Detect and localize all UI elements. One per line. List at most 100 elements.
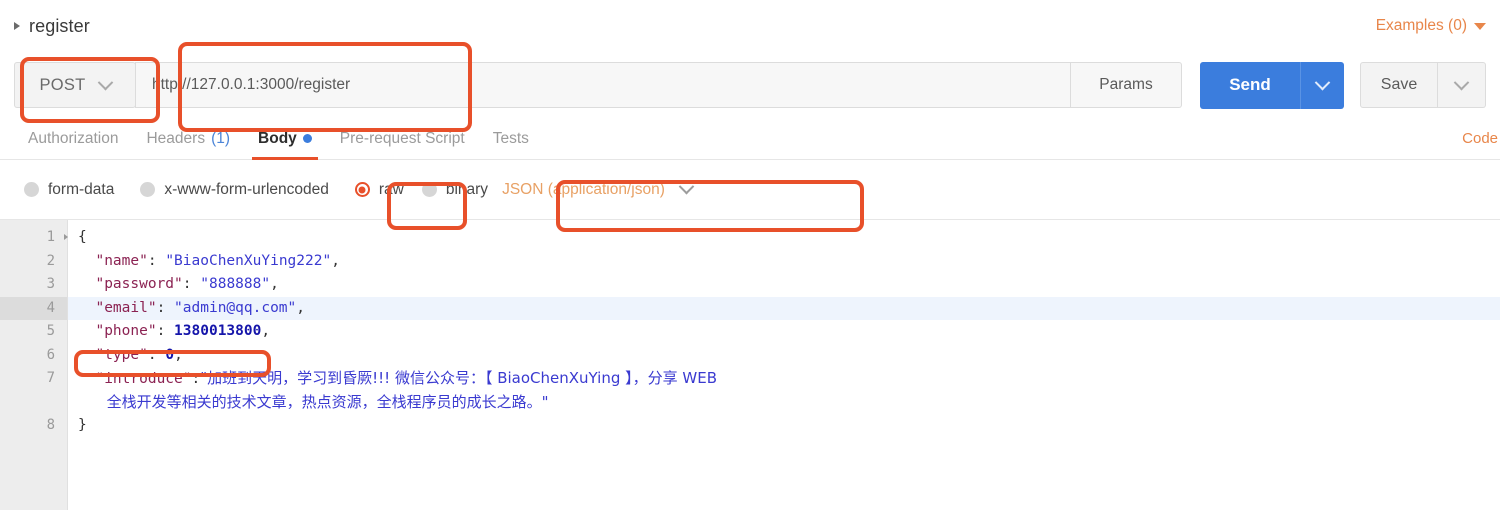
- editor-line-number: 8: [46, 417, 55, 433]
- editor-gutter-filler: [0, 485, 67, 509]
- editor-line[interactable]: "password": "888888",: [78, 273, 1500, 297]
- editor-gutter: 1 2 3 4 5 6 7 8: [0, 220, 68, 510]
- editor-line[interactable]: }: [78, 414, 1500, 438]
- code-token: "introduce": [95, 371, 192, 387]
- editor-line-number: 5: [46, 323, 55, 339]
- code-token: }: [78, 417, 87, 433]
- request-title-bar: register Examples (0): [0, 0, 1500, 52]
- examples-dropdown[interactable]: Examples (0): [1376, 17, 1486, 35]
- code-token: :: [156, 299, 175, 316]
- tab-headers[interactable]: Headers (1): [132, 118, 244, 159]
- chevron-down-icon: [1314, 74, 1331, 90]
- tab-authorization[interactable]: Authorization: [14, 118, 132, 159]
- headers-count: (1): [211, 129, 231, 147]
- body-type-label: form-data: [48, 180, 115, 198]
- code-token: ,: [174, 346, 183, 363]
- save-button[interactable]: Save: [1360, 62, 1438, 108]
- code-token: "password": [95, 276, 183, 292]
- body-type-selector: form-data x-www-form-urlencoded raw bina…: [0, 160, 1500, 220]
- code-token: 0: [165, 346, 175, 363]
- triangle-right-icon[interactable]: [14, 22, 20, 30]
- editor-code-area[interactable]: { "name": "BiaoChenXuYing222", "password…: [68, 220, 1500, 510]
- code-token: "加班到天明，学习到昏厥!!! 微信公众号：【 BiaoChenXuYing 】…: [200, 369, 717, 387]
- save-options-button[interactable]: [1438, 62, 1486, 108]
- tab-label: Headers: [146, 129, 206, 147]
- editor-gutter-filler: [0, 508, 67, 532]
- chevron-down-icon: [97, 74, 113, 90]
- tab-label: Body: [258, 129, 297, 147]
- send-button[interactable]: Send: [1200, 61, 1300, 109]
- code-token: "admin@qq.com": [174, 299, 297, 316]
- code-token: ,: [331, 252, 340, 269]
- editor-line[interactable]: "email": "admin@qq.com",: [68, 296, 1500, 320]
- code-token: ,: [270, 276, 279, 292]
- editor-gutter-filler: [0, 461, 67, 485]
- code-token: "phone": [95, 323, 157, 339]
- send-button-group: Send: [1200, 61, 1344, 109]
- tab-label: Authorization: [28, 129, 119, 147]
- editor-line[interactable]: 全栈开发等相关的技术文章，热点资源，全栈程序员的成长之路。": [78, 391, 1500, 415]
- code-token: :: [147, 252, 166, 269]
- body-type-urlencoded[interactable]: x-www-form-urlencoded: [140, 181, 329, 199]
- editor-line[interactable]: {: [78, 226, 1500, 250]
- code-token: "email": [95, 299, 157, 316]
- save-button-group: Save: [1360, 62, 1486, 108]
- url-bar: POST http://127.0.0.1:3000/register Para…: [0, 52, 1500, 118]
- page-title: register: [29, 15, 90, 36]
- code-token: {: [78, 229, 87, 245]
- tab-label: Tests: [492, 129, 529, 147]
- radio-icon: [140, 182, 156, 197]
- send-options-button[interactable]: [1300, 61, 1344, 109]
- code-token: "type": [95, 346, 148, 363]
- radio-icon: [421, 182, 437, 197]
- code-token: "BiaoChenXuYing222": [165, 252, 332, 269]
- chevron-down-icon: [1453, 74, 1470, 90]
- caret-down-icon: [1474, 22, 1486, 30]
- tab-body[interactable]: Body: [244, 118, 326, 160]
- editor-line-number: 3: [46, 276, 55, 292]
- url-value: http://127.0.0.1:3000/register: [152, 76, 351, 93]
- code-token: "name": [95, 252, 148, 269]
- http-method-label: POST: [39, 75, 86, 94]
- content-type-label: JSON (application/json): [502, 180, 665, 198]
- body-type-label: x-www-form-urlencoded: [164, 180, 329, 198]
- code-token: 1380013800: [174, 323, 262, 339]
- code-token: 全栈开发等相关的技术文章，热点资源，全栈程序员的成长之路。": [78, 392, 549, 411]
- editor-line-number: 4: [0, 296, 67, 320]
- request-tabs: Authorization Headers (1) Body Pre-reque…: [0, 118, 1500, 160]
- body-type-form-data[interactable]: form-data: [24, 181, 114, 199]
- radio-icon: [24, 182, 39, 197]
- url-input[interactable]: http://127.0.0.1:3000/register: [135, 62, 1071, 108]
- body-type-raw[interactable]: raw: [354, 180, 404, 199]
- editor-line[interactable]: "type": 0,: [78, 344, 1500, 368]
- tab-pre-request-script[interactable]: Pre-request Script: [326, 118, 479, 159]
- editor-line-number: 1: [0, 226, 68, 250]
- code-token: :: [147, 346, 166, 363]
- params-button[interactable]: Params: [1070, 62, 1182, 108]
- editor-line-number: 6: [46, 346, 55, 363]
- fold-triangle-icon[interactable]: [64, 234, 68, 240]
- examples-label: Examples (0): [1375, 17, 1467, 34]
- body-type-label: binary: [445, 180, 489, 198]
- editor-line-number: 2: [46, 252, 55, 269]
- tab-tests[interactable]: Tests: [479, 118, 543, 159]
- code-token: :: [156, 323, 175, 339]
- editor-line-number: 7: [46, 370, 55, 386]
- content-type-select[interactable]: JSON (application/json): [502, 178, 695, 199]
- body-type-label: raw: [378, 180, 404, 198]
- editor-line[interactable]: "introduce":"加班到天明，学习到昏厥!!! 微信公众号：【 Biao…: [78, 367, 1500, 391]
- editor-line[interactable]: "name": "BiaoChenXuYing222",: [78, 250, 1500, 274]
- editor-line[interactable]: "phone": 1380013800,: [78, 320, 1500, 344]
- code-token: "888888": [200, 276, 271, 292]
- code-link[interactable]: Code: [1462, 118, 1500, 159]
- request-body-editor[interactable]: 1 2 3 4 5 6 7 8 { "name": "BiaoChenXuYing222", …: [0, 220, 1500, 510]
- body-type-binary[interactable]: binary: [421, 180, 489, 199]
- code-token: ,: [296, 299, 305, 316]
- http-method-select[interactable]: POST: [14, 62, 136, 108]
- editor-gutter-filler: [0, 438, 67, 462]
